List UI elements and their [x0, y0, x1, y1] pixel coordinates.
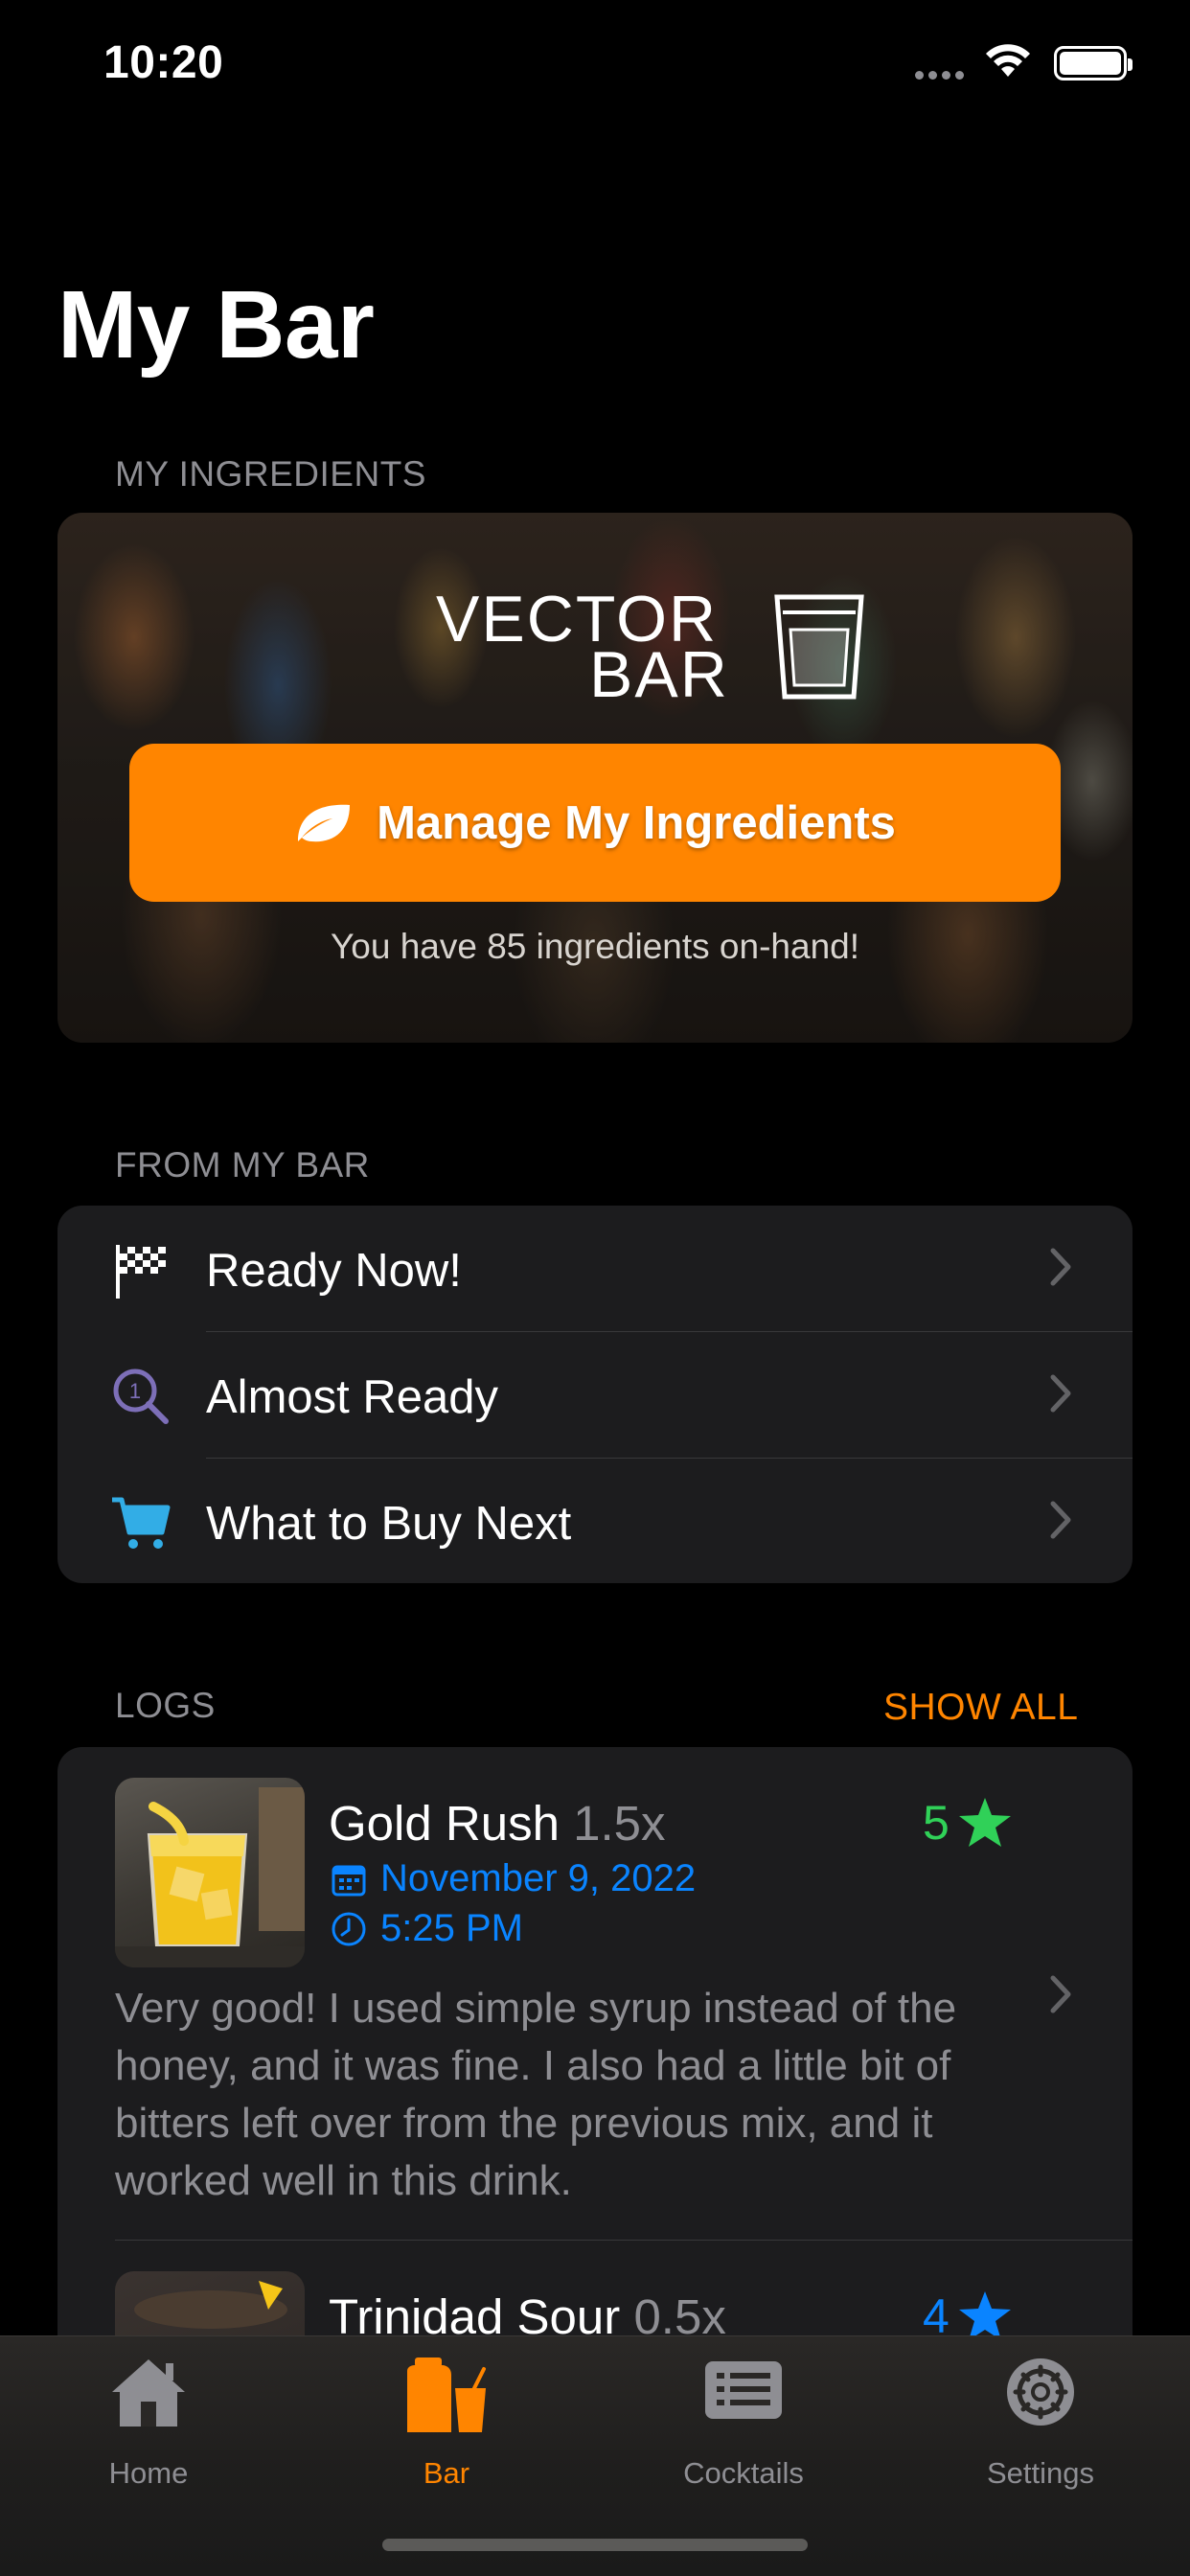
vector-bar-logo: VECTOR BAR: [378, 582, 864, 711]
status-time: 10:20: [103, 37, 224, 88]
leaf-icon: [298, 804, 351, 841]
bar-icon: [407, 2358, 486, 2432]
logo-text-bar: BAR: [589, 638, 729, 711]
glass-logo-icon: [774, 594, 864, 700]
manage-ingredients-label: Manage My Ingredients: [377, 796, 896, 849]
section-header-my-ingredients: MY INGREDIENTS: [115, 454, 426, 494]
row-divider: [115, 2240, 1133, 2241]
manage-ingredients-button[interactable]: Manage My Ingredients: [129, 744, 1061, 902]
list-item-almost-ready[interactable]: 1 Almost Ready: [57, 1332, 1133, 1458]
chevron-right-icon: [1050, 1501, 1071, 1539]
log-note: Very good! I used simple syrup instead o…: [115, 1985, 957, 2204]
cart-icon: [112, 1497, 171, 1549]
ingredient-count-text: You have 85 ingredients on-hand!: [330, 927, 860, 966]
cellular-signal-icon: [915, 71, 964, 80]
log-date: November 9, 2022: [331, 1857, 696, 1900]
list-item-what-to-buy-next[interactable]: What to Buy Next: [57, 1459, 1133, 1584]
log-time-text: 5:25 PM: [380, 1907, 523, 1949]
wifi-icon: [986, 44, 1030, 77]
tab-bar-active[interactable]: Bar: [332, 2336, 561, 2499]
home-icon: [112, 2359, 185, 2426]
ingredients-hero-card: VECTOR BAR Manage My Ingredients You hav…: [57, 513, 1133, 1043]
page-title: My Bar: [57, 271, 375, 379]
battery-icon: [1054, 46, 1133, 80]
cocktail-photo: [115, 1778, 305, 1967]
log-multiplier: 1.5x: [573, 1796, 666, 1851]
tab-home[interactable]: Home: [34, 2336, 263, 2499]
magnifier-one-icon: 1: [113, 1368, 169, 1424]
clock-icon: [332, 1912, 366, 1945]
calendar-icon: [332, 1865, 366, 1896]
tab-label: Home: [108, 2456, 189, 2490]
cocktails-list-icon: [705, 2361, 782, 2419]
tab-cocktails[interactable]: Cocktails: [629, 2336, 858, 2499]
tab-settings[interactable]: Settings: [926, 2336, 1156, 2499]
log-date-text: November 9, 2022: [380, 1857, 697, 1899]
chevron-right-icon: [1050, 1374, 1071, 1413]
log-rating-value: 5: [923, 1796, 950, 1850]
list-item-label: What to Buy Next: [206, 1498, 572, 1550]
from-my-bar-list: Ready Now! 1 Almost Ready What to Buy Ne…: [57, 1206, 1133, 1583]
tab-bar: Home Bar Cocktails Settings: [0, 2335, 1190, 2576]
chevron-right-icon: [1050, 1975, 1071, 2013]
tab-label: Bar: [423, 2456, 470, 2490]
tab-label: Cocktails: [683, 2456, 804, 2490]
list-item-label: Ready Now!: [206, 1245, 462, 1297]
log-time: 5:25 PM: [331, 1907, 523, 1950]
tab-label: Settings: [986, 2456, 1094, 2490]
section-header-logs: LOGS: [115, 1686, 216, 1725]
show-all-logs-button[interactable]: SHOW ALL: [883, 1687, 1078, 1729]
log-rating: 5: [923, 1795, 1013, 1851]
gear-icon: [1007, 2358, 1074, 2426]
list-item-label: Almost Ready: [206, 1371, 499, 1423]
star-icon: [958, 1798, 1011, 1847]
home-indicator[interactable]: [382, 2539, 808, 2551]
list-item-ready-now[interactable]: Ready Now!: [57, 1206, 1133, 1331]
svg-text:1: 1: [129, 1379, 141, 1403]
log-cocktail-title: Gold Rush: [329, 1796, 560, 1851]
log-cocktail-name: Gold Rush 1.5x: [329, 1795, 666, 1852]
status-bar: 10:20: [0, 0, 1190, 134]
chevron-right-icon: [1050, 1248, 1071, 1286]
section-header-from-my-bar: FROM MY BAR: [115, 1145, 370, 1184]
checkered-flag-icon: [116, 1245, 166, 1299]
